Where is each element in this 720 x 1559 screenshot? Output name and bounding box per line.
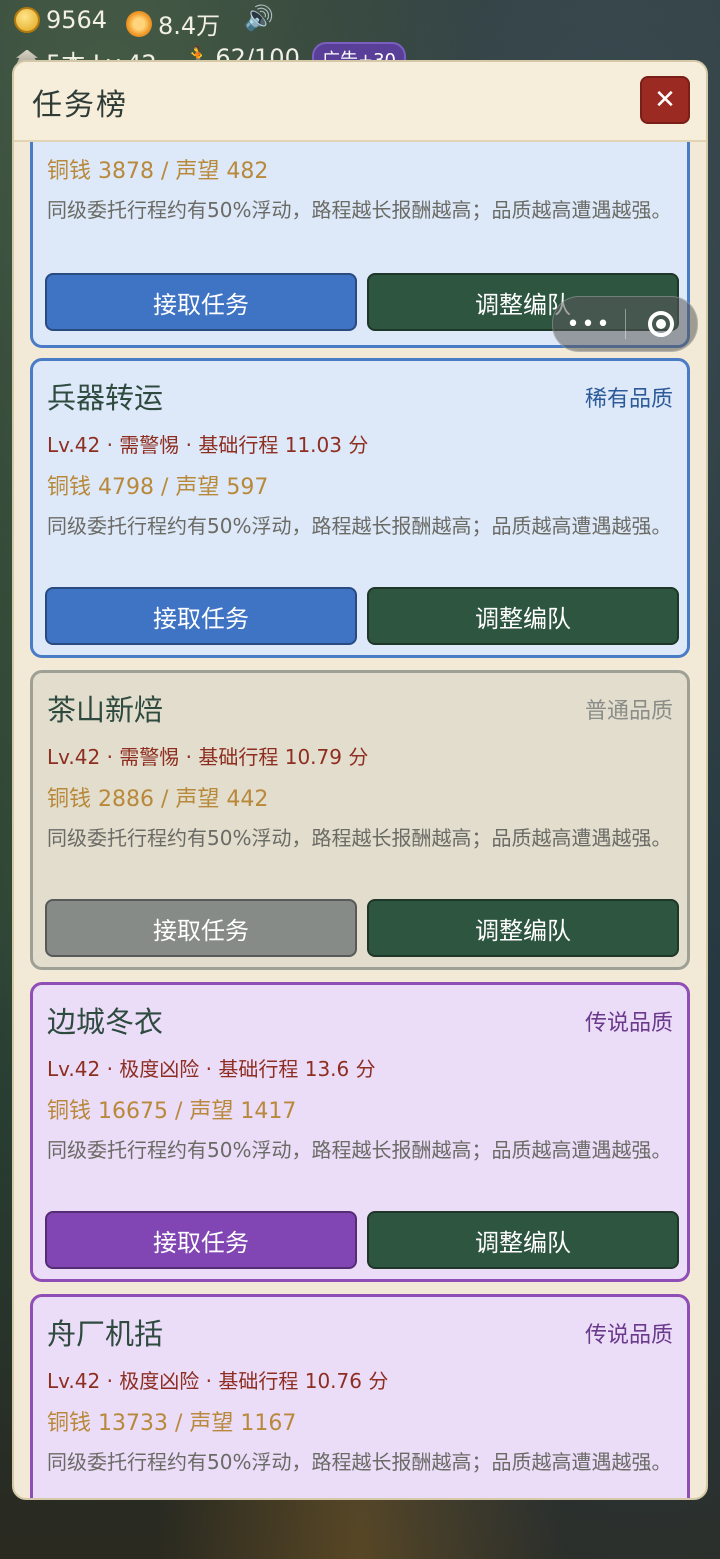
flower-value: 8.4万: [158, 12, 221, 40]
quest-name: 兵器转运: [47, 381, 164, 415]
coin-value: 9564: [46, 6, 108, 34]
quest-name: 茶山新焙: [47, 693, 164, 727]
quest-meta: Lv.42 · 极度凶险 · 基础行程 13.6 分: [47, 1057, 376, 1081]
accept-quest-button[interactable]: 接取任务: [45, 1211, 357, 1269]
adjust-team-button[interactable]: 调整编队: [367, 1211, 679, 1269]
adjust-team-button[interactable]: 调整编队: [367, 899, 679, 957]
quest-rarity: 稀有品质: [584, 387, 673, 412]
accept-quest-button[interactable]: 接取任务: [45, 273, 357, 331]
quest-rarity: 传说品质: [584, 1011, 673, 1036]
flower-icon: [126, 10, 152, 37]
coin-icon: [14, 7, 40, 33]
quest-reward: 铜钱 4798 / 声望 597: [47, 475, 269, 500]
coin-counter: 9564: [14, 6, 107, 34]
quest-reward: 铜钱 16675 / 声望 1417: [47, 1099, 297, 1124]
quest-card: 边城冬衣 传说品质 Lv.42 · 极度凶险 · 基础行程 13.6 分 铜钱 …: [30, 982, 690, 1282]
quest-description: 同级委托行程约有50%浮动，路程越长报酬越高；品质越高遭遇越强。: [47, 1450, 672, 1474]
panel-title: 任务榜: [32, 88, 128, 123]
more-menu-icon[interactable]: •••: [553, 297, 625, 351]
quest-name: 边城冬衣: [47, 1005, 164, 1039]
flower-counter: 8.4万: [126, 6, 220, 41]
panel-header: 任务榜 ✕: [14, 62, 706, 142]
quest-description: 同级委托行程约有50%浮动，路程越长报酬越高；品质越高遭遇越强。: [47, 1138, 672, 1162]
miniprogram-capsule: •••: [552, 296, 698, 352]
close-button[interactable]: ✕: [640, 76, 690, 124]
quest-card: 舟厂机括 传说品质 Lv.42 · 极度凶险 · 基础行程 10.76 分 铜钱…: [30, 1294, 690, 1498]
speaker-icon[interactable]: 🔊: [244, 4, 274, 32]
quest-reward: 铜钱 2886 / 声望 442: [47, 787, 269, 812]
quest-meta: Lv.42 · 需警惕 · 基础行程 10.79 分: [47, 745, 369, 769]
quest-description: 同级委托行程约有50%浮动，路程越长报酬越高；品质越高遭遇越强。: [47, 198, 672, 222]
quest-name: 舟厂机括: [47, 1317, 164, 1351]
quest-rarity: 传说品质: [584, 1323, 673, 1348]
accept-quest-button[interactable]: 接取任务: [45, 587, 357, 645]
quest-card: 兵器转运 稀有品质 Lv.42 · 需警惕 · 基础行程 11.03 分 铜钱 …: [30, 358, 690, 658]
exit-target-icon[interactable]: [626, 297, 696, 351]
quest-board-panel: 任务榜 ✕ 铜钱 3878 / 声望 482 同级委托行程约有50%浮动，路程越…: [12, 60, 708, 1500]
quest-meta: Lv.42 · 需警惕 · 基础行程 11.03 分: [47, 433, 369, 457]
quest-meta: Lv.42 · 极度凶险 · 基础行程 10.76 分: [47, 1369, 389, 1393]
quest-reward: 铜钱 13733 / 声望 1167: [47, 1411, 297, 1436]
adjust-team-button[interactable]: 调整编队: [367, 587, 679, 645]
quest-description: 同级委托行程约有50%浮动，路程越长报酬越高；品质越高遭遇越强。: [47, 826, 672, 850]
accept-quest-button[interactable]: 接取任务: [45, 899, 357, 957]
quest-card: 茶山新焙 普通品质 Lv.42 · 需警惕 · 基础行程 10.79 分 铜钱 …: [30, 670, 690, 970]
quest-rarity: 普通品质: [584, 699, 673, 724]
quest-description: 同级委托行程约有50%浮动，路程越长报酬越高；品质越高遭遇越强。: [47, 514, 672, 538]
quest-reward: 铜钱 3878 / 声望 482: [47, 159, 269, 184]
